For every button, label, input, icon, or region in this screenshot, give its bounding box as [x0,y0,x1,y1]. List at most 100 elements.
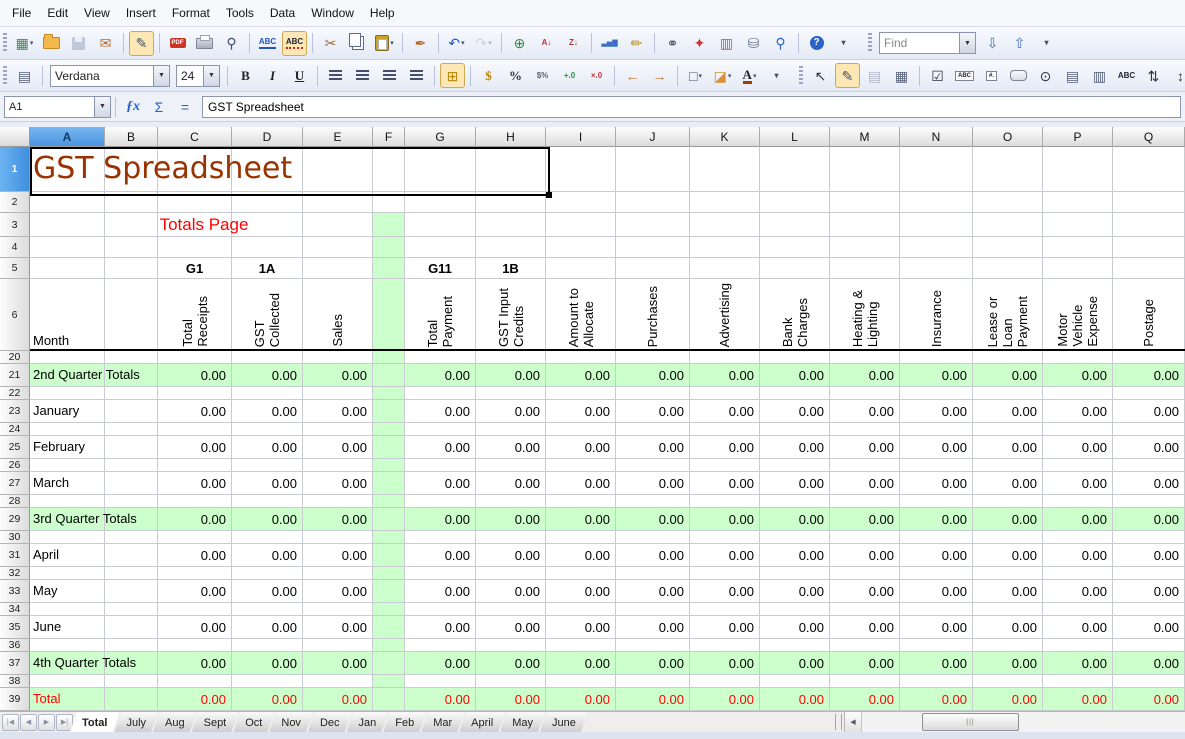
option-button-icon[interactable]: ⊙ [1033,63,1058,88]
cell-P20[interactable] [1043,351,1113,364]
cell-H29[interactable]: 0.00 [476,508,546,531]
cell-C34[interactable] [158,603,232,616]
cell-F6[interactable] [373,279,405,351]
undo-icon[interactable]: ↶▾ [444,31,469,56]
cell-D39[interactable]: 0.00 [232,688,303,711]
cell-C38[interactable] [158,675,232,688]
cell-O27[interactable]: 0.00 [973,472,1043,495]
menu-edit[interactable]: Edit [39,2,76,24]
cell-E24[interactable] [303,423,373,436]
cell-F30[interactable] [373,531,405,544]
draw-functions-icon[interactable]: ✏ [624,31,649,56]
cell-N38[interactable] [900,675,973,688]
cell-M35[interactable]: 0.00 [830,616,900,639]
cell-L31[interactable]: 0.00 [760,544,830,567]
cell-J28[interactable] [616,495,690,508]
cell-D5[interactable]: 1A [232,258,303,279]
font-name-combo-dropdown-icon[interactable]: ▼ [153,66,169,86]
sheet-tab-april[interactable]: April [459,712,505,732]
name-box[interactable]: A1 ▼ [4,96,111,118]
cell-G30[interactable] [405,531,476,544]
text-box-icon[interactable]: ABC [952,63,977,88]
cell-B31[interactable] [105,544,158,567]
cell-G32[interactable] [405,567,476,580]
find-toolbar-overflow-icon[interactable]: ▾ [1034,31,1059,56]
cell-H30[interactable] [476,531,546,544]
menu-help[interactable]: Help [362,2,403,24]
cell-H21[interactable]: 0.00 [476,364,546,387]
cell-K3[interactable] [690,213,760,237]
cell-J5[interactable] [616,258,690,279]
cell-Q4[interactable] [1113,237,1185,258]
horizontal-scrollbar-track[interactable]: ||| [862,712,1185,732]
cell-O37[interactable]: 0.00 [973,652,1043,675]
cell-A3[interactable] [30,213,105,237]
cell-J34[interactable] [616,603,690,616]
previous-sheet-icon[interactable]: ◀ [20,714,37,731]
row-header-36[interactable]: 36 [0,639,30,652]
cell-A34[interactable] [30,603,105,616]
sheet-tab-nov[interactable]: Nov [269,712,313,732]
cell-E21[interactable]: 0.00 [303,364,373,387]
cell-B35[interactable] [105,616,158,639]
column-header-F[interactable]: F [373,127,405,147]
cell-C36[interactable] [158,639,232,652]
cell-A29[interactable]: 3rd Quarter Totals [30,508,105,531]
combo-box-icon[interactable]: ▥ [1087,63,1112,88]
cell-E5[interactable] [303,258,373,279]
menu-insert[interactable]: Insert [118,2,164,24]
cell-A26[interactable] [30,459,105,472]
push-button-icon[interactable] [1006,63,1031,88]
cell-K25[interactable]: 0.00 [690,436,760,459]
cell-P27[interactable]: 0.00 [1043,472,1113,495]
cell-D4[interactable] [232,237,303,258]
cell-O25[interactable]: 0.00 [973,436,1043,459]
cell-I6[interactable]: Amount to Allocate [546,279,616,351]
cell-Q26[interactable] [1113,459,1185,472]
percent-format-icon[interactable]: % [503,63,528,88]
cell-B25[interactable] [105,436,158,459]
cell-L4[interactable] [760,237,830,258]
row-header-3[interactable]: 3 [0,213,30,237]
cell-D6[interactable]: GST Collected [232,279,303,351]
cell-H38[interactable] [476,675,546,688]
sum-icon[interactable]: Σ [146,95,172,119]
cell-L32[interactable] [760,567,830,580]
cell-P2[interactable] [1043,192,1113,213]
row-header-39[interactable]: 39 [0,688,30,711]
cell-H22[interactable] [476,387,546,400]
column-header-H[interactable]: H [476,127,546,147]
cell-D28[interactable] [232,495,303,508]
cell-A37[interactable]: 4th Quarter Totals [30,652,105,675]
cell-C24[interactable] [158,423,232,436]
cell-Q34[interactable] [1113,603,1185,616]
cell-J3[interactable] [616,213,690,237]
cell-L35[interactable]: 0.00 [760,616,830,639]
cell-G39[interactable]: 0.00 [405,688,476,711]
row-header-26[interactable]: 26 [0,459,30,472]
row-header-1[interactable]: 1 [0,147,30,192]
cell-A4[interactable] [30,237,105,258]
cell-P22[interactable] [1043,387,1113,400]
cell-I31[interactable]: 0.00 [546,544,616,567]
cell-A30[interactable] [30,531,105,544]
horizontal-scrollbar-thumb[interactable]: ||| [922,713,1019,731]
cell-D37[interactable]: 0.00 [232,652,303,675]
cell-Q35[interactable]: 0.00 [1113,616,1185,639]
sheet-tab-total[interactable]: Total [70,712,119,732]
cell-L6[interactable]: Bank Charges [760,279,830,351]
cell-M32[interactable] [830,567,900,580]
cell-C32[interactable] [158,567,232,580]
cell-M31[interactable]: 0.00 [830,544,900,567]
row-header-4[interactable]: 4 [0,237,30,258]
cell-A24[interactable] [30,423,105,436]
select-pointer-icon[interactable]: ↖ [808,63,833,88]
cell-A6[interactable]: Month [30,279,105,351]
cell-L20[interactable] [760,351,830,364]
cell-L37[interactable]: 0.00 [760,652,830,675]
cell-B32[interactable] [105,567,158,580]
row-header-29[interactable]: 29 [0,508,30,531]
cell-K36[interactable] [690,639,760,652]
sheet-tab-sept[interactable]: Sept [192,712,239,732]
cell-J1[interactable] [616,147,690,192]
